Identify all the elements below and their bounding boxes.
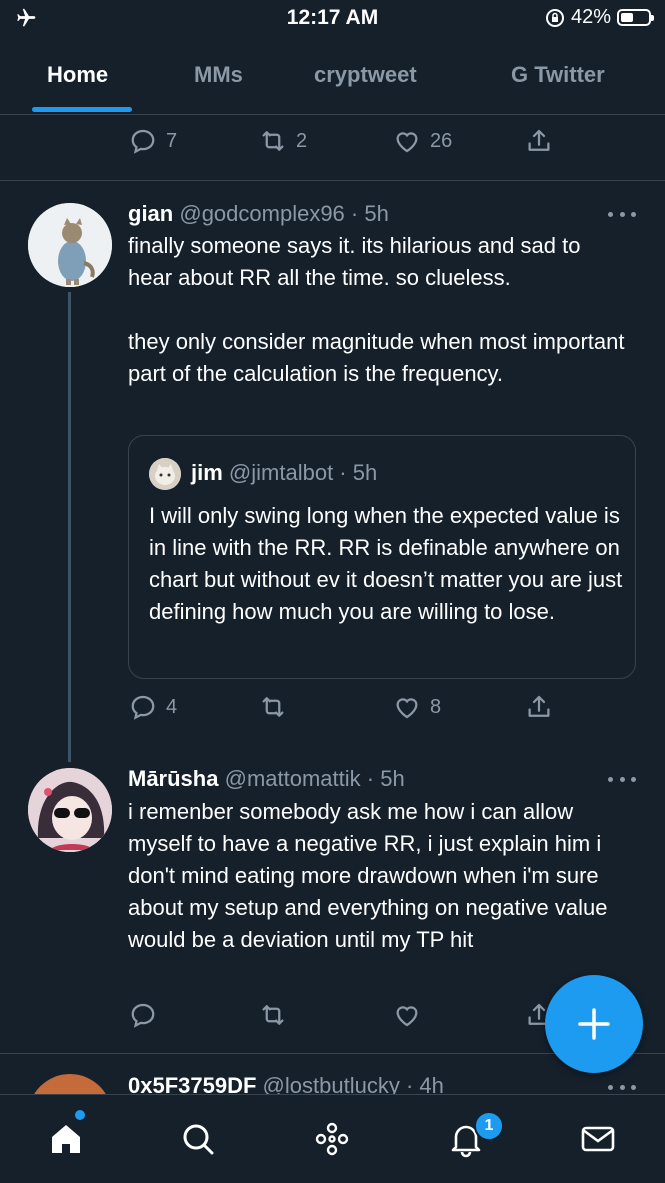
share-button[interactable] [524,692,554,722]
tweet-text: finally someone says it. its hilarious a… [128,230,628,390]
battery-percent: 42% [570,6,611,28]
home-icon [52,1125,80,1153]
search-icon [183,1124,214,1155]
more-icon[interactable] [608,209,636,219]
nav-search[interactable] [176,1117,220,1161]
quote-text: I will only swing long when the expected… [149,503,623,624]
like-count: 8 [430,695,442,718]
quote-meta: jim @jimtalbot · 5h [191,460,378,485]
reply-icon [131,1003,155,1028]
more-icon[interactable] [608,774,636,784]
compose-icon [578,1008,610,1040]
orientation-lock-icon [545,8,564,27]
reply-icon [131,129,155,154]
nav-spaces[interactable] [310,1117,354,1161]
messages-icon [581,1126,615,1152]
share-button[interactable] [524,126,554,156]
author-handle[interactable]: @godcomplex96 [179,201,344,226]
anime-avatar-image [28,768,112,852]
avatar-jim [149,458,181,490]
reply-icon [131,695,155,720]
quote-time: 5h [352,460,378,485]
tab-indicator [32,107,132,112]
author-name[interactable]: gian [128,201,173,226]
status-right: 42% [545,6,654,29]
reply-count: 4 [166,695,178,718]
notifications-badge: 1 [474,1111,504,1141]
tab-cryptweet[interactable]: cryptweet [314,62,417,88]
cat-avatar-image [28,203,112,287]
thread-line [68,292,71,762]
status-bar: 12:17 AM 42% [0,0,665,38]
spaces-icon [315,1122,349,1156]
tweet-time: 5h [380,766,405,791]
more-icon[interactable] [608,1082,636,1092]
share-icon [528,695,550,717]
like-count: 26 [430,129,453,152]
tweet-paragraph: they only consider magnitude when most i… [128,329,625,386]
avatar-gian[interactable] [28,203,112,287]
author-name[interactable]: Mārūsha [128,766,218,791]
retweet-button[interactable] [258,1000,288,1030]
nav-home[interactable] [44,1117,88,1161]
avatar-marusha[interactable] [28,768,112,852]
reply-button[interactable]: 4 [128,692,177,722]
divider [0,180,665,181]
tab-mms[interactable]: MMs [194,62,243,88]
cat-avatar-image [149,458,181,490]
nav-messages[interactable] [576,1117,620,1161]
share-icon [528,129,550,151]
bottom-nav [0,1094,665,1183]
tab-home[interactable]: Home [47,62,108,88]
like-button[interactable] [392,1000,422,1030]
tweet-time: 5h [364,201,389,226]
tweet-meta: gian @godcomplex96 · 5h [128,201,389,226]
retweet-button[interactable]: 2 [258,126,307,156]
retweet-count: 2 [296,129,308,152]
like-button[interactable]: 26 [392,126,452,156]
quote-tweet-card[interactable]: jim @jimtalbot · 5h I will only swing lo… [128,435,636,679]
retweet-icon [262,131,284,151]
battery-icon [617,9,654,26]
tweet-text: i remenber somebody ask me how i can all… [128,799,608,952]
tab-g-twitter[interactable]: G Twitter [511,62,605,88]
like-icon [396,698,418,719]
reply-button[interactable]: 7 [128,126,177,156]
like-icon [396,132,418,153]
retweet-icon [262,697,284,717]
compose-button[interactable] [545,975,643,1073]
tweet-paragraph: finally someone says it. its hilarious a… [128,233,581,290]
tweet-meta: Mārūsha @mattomattik · 5h [128,766,405,791]
reply-button[interactable] [128,1000,158,1030]
top-tabs: Home MMs cryptweet G Twitter [0,38,665,115]
author-handle[interactable]: @mattomattik [225,766,361,791]
retweet-icon [262,1005,284,1025]
reply-count: 7 [166,129,178,152]
quote-author-name: jim [191,460,223,485]
like-button[interactable]: 8 [392,692,441,722]
like-icon [396,1006,418,1027]
home-unread-dot [75,1110,85,1120]
retweet-button[interactable] [258,692,288,722]
quote-author-handle: @jimtalbot [228,460,334,485]
